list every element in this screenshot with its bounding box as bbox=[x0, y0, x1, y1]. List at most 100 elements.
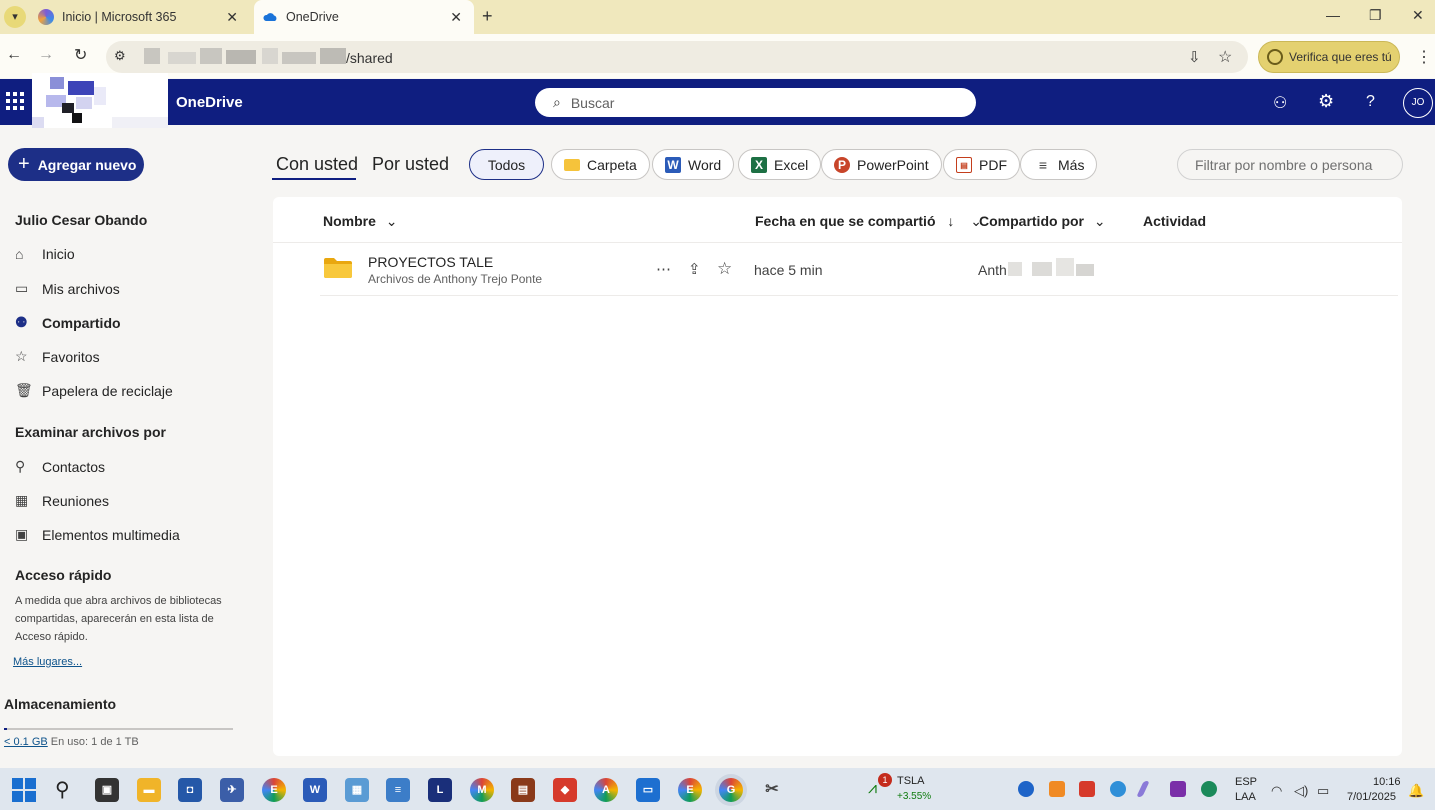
stock-chart-icon[interactable]: ⩘ bbox=[868, 780, 877, 798]
share-people-icon[interactable]: ⚇ bbox=[1273, 93, 1287, 113]
file-explorer-icon[interactable]: ▬ bbox=[137, 778, 161, 802]
filter-powerpoint-button[interactable]: P PowerPoint bbox=[821, 149, 942, 180]
clock-time[interactable]: 10:16 bbox=[1373, 776, 1401, 788]
close-window-icon[interactable]: ✕ bbox=[1412, 7, 1424, 24]
avatar[interactable]: JO bbox=[1403, 88, 1433, 118]
windows-start-icon[interactable] bbox=[12, 778, 36, 802]
tab-por-usted[interactable]: Por usted bbox=[372, 154, 449, 175]
back-icon[interactable]: ← bbox=[6, 46, 22, 64]
filter-excel-button[interactable]: X Excel bbox=[738, 149, 822, 180]
app-launcher-icon[interactable] bbox=[6, 92, 24, 110]
filter-mas-button[interactable]: ≡ Más bbox=[1020, 149, 1098, 180]
forward-icon[interactable]: → bbox=[38, 46, 54, 64]
close-tab-icon[interactable]: ✕ bbox=[226, 9, 238, 26]
calendar-icon: ▦ bbox=[15, 492, 29, 508]
filter-pdf-button[interactable]: ▤ PDF bbox=[943, 149, 1020, 180]
chrome-active-icon[interactable]: G bbox=[719, 778, 743, 802]
anydesk-icon[interactable]: ◆ bbox=[553, 778, 577, 802]
storage-info: < 0.1 GB En uso: 1 de 1 TB bbox=[4, 736, 139, 748]
install-app-icon[interactable]: ⇩ bbox=[1188, 48, 1201, 66]
tab-onedrive[interactable]: OneDrive ✕ bbox=[254, 0, 474, 34]
share-icon[interactable]: ⇪ bbox=[688, 260, 701, 278]
settings-gear-icon[interactable]: ⚙ bbox=[1318, 91, 1334, 112]
column-header-nombre[interactable]: Nombre ⌄ bbox=[323, 213, 398, 230]
sidebar-item-contactos[interactable]: ⚲ Contactos bbox=[15, 458, 105, 475]
search-input[interactable]: ⌕ Buscar bbox=[535, 88, 976, 117]
minimize-icon[interactable]: — bbox=[1326, 7, 1340, 23]
chrome-profile-e-icon[interactable]: E bbox=[262, 778, 286, 802]
restore-icon[interactable]: ❐ bbox=[1369, 7, 1382, 24]
sidebar-item-multimedia[interactable]: ▣ Elementos multimedia bbox=[15, 526, 180, 543]
filter-word-button[interactable]: W Word bbox=[652, 149, 735, 180]
filter-input[interactable]: Filtrar por nombre o persona bbox=[1177, 149, 1403, 180]
word-icon: W bbox=[665, 156, 681, 173]
column-header-actividad[interactable]: Actividad bbox=[1143, 213, 1206, 229]
favorite-star-icon[interactable]: ☆ bbox=[717, 259, 732, 279]
wifi-icon[interactable]: ◠ bbox=[1271, 783, 1282, 799]
image-icon: ▣ bbox=[15, 526, 29, 542]
stock-symbol[interactable]: TSLA bbox=[897, 775, 925, 787]
onenote-tray-icon[interactable] bbox=[1170, 781, 1186, 797]
bookmark-star-icon[interactable]: ☆ bbox=[1218, 47, 1232, 67]
clock-date: 7/01/2025 bbox=[1347, 791, 1396, 803]
onedrive-tray-icon[interactable] bbox=[1110, 781, 1126, 797]
person-icon: ⚲ bbox=[15, 458, 26, 474]
word-icon[interactable]: W bbox=[303, 778, 327, 802]
new-tab-button[interactable]: + bbox=[482, 6, 493, 27]
user-name: Julio Cesar Obando bbox=[15, 212, 148, 228]
remote-desktop-icon[interactable]: ▭ bbox=[636, 778, 660, 802]
store-icon[interactable]: ◘ bbox=[178, 778, 202, 802]
star-icon: ☆ bbox=[15, 348, 28, 364]
reload-icon[interactable]: ↻ bbox=[74, 45, 87, 65]
filter-carpeta-button[interactable]: Carpeta bbox=[551, 149, 650, 180]
l-app-icon[interactable]: L bbox=[428, 778, 452, 802]
winrar-icon[interactable]: ▤ bbox=[511, 778, 535, 802]
more-options-icon[interactable]: ⋯ bbox=[656, 260, 671, 278]
tab-con-usted[interactable]: Con usted bbox=[276, 154, 358, 175]
notification-badge: 1 bbox=[878, 773, 892, 787]
browse-heading: Examinar archivos por bbox=[15, 424, 166, 440]
notepad-icon[interactable]: ≡ bbox=[386, 778, 410, 802]
browser-menu-icon[interactable]: ⋮ bbox=[1416, 47, 1432, 67]
add-new-button[interactable]: + Agregar nuevo bbox=[8, 148, 144, 181]
notification-bell-icon[interactable]: 🔔 bbox=[1408, 783, 1424, 799]
column-header-fecha[interactable]: Fecha en que se compartió ↓ ⌄ bbox=[755, 213, 982, 230]
chrome-profile-a-icon[interactable]: A bbox=[594, 778, 618, 802]
snipping-tool-icon[interactable]: ✂ bbox=[760, 778, 784, 802]
volume-icon[interactable]: ◁) bbox=[1294, 783, 1308, 799]
sidebar-item-inicio[interactable]: ⌂ Inicio bbox=[15, 246, 75, 262]
file-name[interactable]: PROYECTOS TALE bbox=[368, 254, 493, 270]
sidebar-item-favoritos[interactable]: ☆ Favoritos bbox=[15, 348, 100, 365]
storage-used-link[interactable]: < 0.1 GB bbox=[4, 736, 48, 748]
column-header-compartido-por[interactable]: Compartido por ⌄ bbox=[979, 213, 1106, 230]
anydesk-tray-icon[interactable] bbox=[1079, 781, 1095, 797]
verify-identity-button[interactable]: Verifica que eres tú bbox=[1258, 41, 1400, 73]
shared-by: Anth bbox=[978, 262, 1007, 278]
tray-app-icon[interactable] bbox=[1049, 781, 1065, 797]
filter-todos-button[interactable]: Todos bbox=[469, 149, 544, 180]
plus-icon: + bbox=[18, 153, 30, 175]
monitor-app-icon[interactable]: ▦ bbox=[345, 778, 369, 802]
sidebar-item-mis-archivos[interactable]: ▭ Mis archivos bbox=[15, 280, 120, 297]
security-tray-icon[interactable] bbox=[1201, 781, 1217, 797]
battery-icon[interactable]: ▭ bbox=[1317, 783, 1329, 799]
table-row[interactable]: PROYECTOS TALE Archivos de Anthony Trejo… bbox=[320, 243, 1398, 295]
chrome-profile-m-icon[interactable]: M bbox=[470, 778, 494, 802]
language-indicator[interactable]: ESP bbox=[1235, 776, 1257, 788]
site-settings-icon[interactable]: ⚙ bbox=[114, 48, 126, 64]
storage-progress-fill bbox=[4, 728, 7, 730]
app-title[interactable]: OneDrive bbox=[176, 94, 243, 111]
edge-tray-icon[interactable] bbox=[1018, 781, 1034, 797]
app-icon[interactable]: ✈ bbox=[220, 778, 244, 802]
sidebar-item-reuniones[interactable]: ▦ Reuniones bbox=[15, 492, 109, 509]
sidebar-item-papelera[interactable]: 🗑 Papelera de reciclaje bbox=[15, 382, 173, 399]
sidebar-item-compartido[interactable]: ⚉ Compartido bbox=[15, 314, 121, 331]
close-tab-icon[interactable]: ✕ bbox=[450, 9, 462, 26]
tab-microsoft-365[interactable]: Inicio | Microsoft 365 ✕ bbox=[30, 0, 250, 34]
help-icon[interactable]: ? bbox=[1366, 93, 1375, 111]
chrome-profile-e2-icon[interactable]: E bbox=[678, 778, 702, 802]
task-view-icon[interactable]: ▣ bbox=[95, 778, 119, 802]
tab-search-chevron-icon[interactable]: ▾ bbox=[4, 6, 26, 28]
more-places-link[interactable]: Más lugares... bbox=[13, 656, 82, 668]
taskbar-search-icon[interactable]: ⚲ bbox=[55, 777, 70, 802]
